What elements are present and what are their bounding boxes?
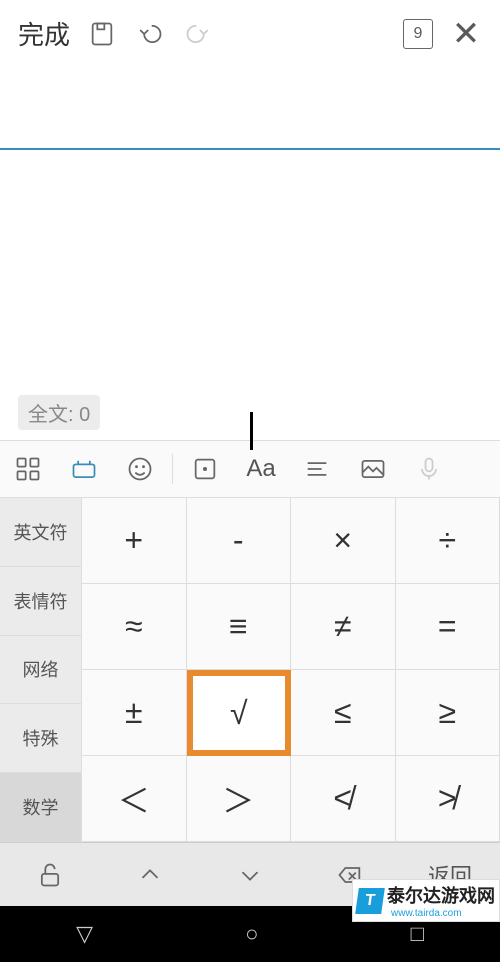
key-plusminus[interactable]: ± bbox=[82, 670, 187, 756]
redo-icon bbox=[174, 10, 222, 58]
nav-home-icon[interactable]: ○ bbox=[245, 921, 258, 947]
key-neq[interactable]: ≠ bbox=[291, 584, 396, 670]
category-emoji[interactable]: 表情符 bbox=[0, 567, 82, 636]
key-ngt[interactable]: ≯ bbox=[396, 756, 500, 842]
watermark-text: 泰尔达游戏网 bbox=[387, 882, 495, 908]
mic-icon[interactable] bbox=[401, 449, 457, 489]
key-gt[interactable]: ＞ bbox=[187, 756, 292, 842]
key-minus[interactable]: - bbox=[187, 498, 292, 584]
editor-area[interactable]: 全文: 0 bbox=[0, 150, 500, 440]
category-math[interactable]: 数学 bbox=[0, 773, 82, 842]
category-list: 英文符 表情符 网络 特殊 数学 bbox=[0, 498, 82, 842]
text-cursor bbox=[250, 412, 253, 450]
watermark: T 泰尔达游戏网 www.tairda.com bbox=[352, 879, 500, 922]
fullscreen-icon[interactable] bbox=[177, 449, 233, 489]
watermark-url: www.tairda.com bbox=[391, 908, 495, 919]
key-plus[interactable]: + bbox=[82, 498, 187, 584]
undo-icon[interactable] bbox=[126, 10, 174, 58]
key-sqrt[interactable]: √ bbox=[187, 670, 292, 756]
align-icon[interactable] bbox=[289, 449, 345, 489]
emoji-icon[interactable] bbox=[112, 449, 168, 489]
nav-recent-icon[interactable]: □ bbox=[411, 921, 424, 947]
done-button[interactable]: 完成 bbox=[10, 15, 78, 52]
key-leq[interactable]: ≤ bbox=[291, 670, 396, 756]
key-multiply[interactable]: × bbox=[291, 498, 396, 584]
word-count-badge: 全文: 0 bbox=[18, 395, 100, 430]
key-divide[interactable]: ÷ bbox=[396, 498, 500, 584]
key-eq[interactable]: = bbox=[396, 584, 500, 670]
close-icon[interactable]: ✕ bbox=[442, 10, 490, 58]
key-approx[interactable]: ≈ bbox=[82, 584, 187, 670]
down-arrow-icon[interactable] bbox=[200, 843, 300, 906]
up-arrow-icon[interactable] bbox=[100, 843, 200, 906]
apps-icon[interactable] bbox=[0, 449, 56, 489]
symbol-grid: + - × ÷ ≈ ≡ ≠ = ± √ ≤ ≥ ＜ ＞ ≮ ≯ bbox=[82, 498, 500, 842]
nav-back-icon[interactable]: ▽ bbox=[76, 921, 93, 947]
key-nlt[interactable]: ≮ bbox=[291, 756, 396, 842]
save-icon[interactable] bbox=[78, 10, 126, 58]
key-geq[interactable]: ≥ bbox=[396, 670, 500, 756]
keyboard-icon[interactable] bbox=[56, 449, 112, 489]
lock-icon[interactable] bbox=[0, 843, 100, 906]
category-special[interactable]: 特殊 bbox=[0, 704, 82, 773]
image-icon[interactable] bbox=[345, 449, 401, 489]
watermark-logo: T bbox=[355, 888, 385, 914]
font-icon[interactable]: Aa bbox=[233, 449, 289, 489]
category-english[interactable]: 英文符 bbox=[0, 498, 82, 567]
key-identical[interactable]: ≡ bbox=[187, 584, 292, 670]
page-count-button[interactable]: 9 bbox=[394, 10, 442, 58]
category-network[interactable]: 网络 bbox=[0, 636, 82, 705]
key-lt[interactable]: ＜ bbox=[82, 756, 187, 842]
